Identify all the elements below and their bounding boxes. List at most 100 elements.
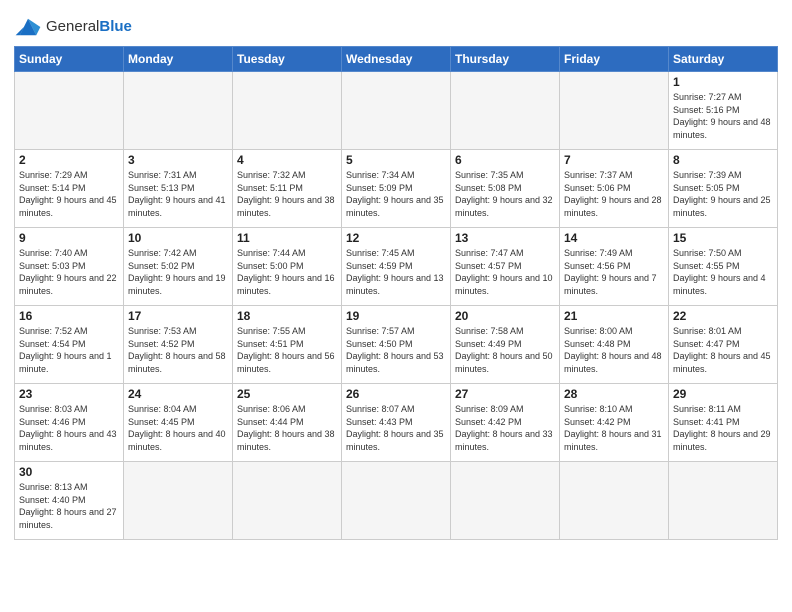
day-info: Sunrise: 7:35 AMSunset: 5:08 PMDaylight:… [455,169,555,219]
day-number: 2 [19,153,119,167]
logo: GeneralBlue [14,16,132,38]
day-number: 23 [19,387,119,401]
day-number: 16 [19,309,119,323]
week-row-4: 16 Sunrise: 7:52 AMSunset: 4:54 PMDayligh… [15,306,778,384]
day-number: 12 [346,231,446,245]
day-number: 26 [346,387,446,401]
day-cell [560,72,669,150]
day-cell [15,72,124,150]
day-number: 17 [128,309,228,323]
day-number: 24 [128,387,228,401]
logo-text: GeneralBlue [46,18,132,36]
day-cell: 16 Sunrise: 7:52 AMSunset: 4:54 PMDayligh… [15,306,124,384]
day-cell: 14 Sunrise: 7:49 AMSunset: 4:56 PMDayligh… [560,228,669,306]
day-cell [451,72,560,150]
day-number: 27 [455,387,555,401]
day-cell [124,462,233,540]
day-info: Sunrise: 7:29 AMSunset: 5:14 PMDaylight:… [19,169,119,219]
day-number: 15 [673,231,773,245]
day-cell: 26 Sunrise: 8:07 AMSunset: 4:43 PMDayligh… [342,384,451,462]
day-number: 21 [564,309,664,323]
day-info: Sunrise: 8:09 AMSunset: 4:42 PMDaylight:… [455,403,555,453]
day-cell: 15 Sunrise: 7:50 AMSunset: 4:55 PMDayligh… [669,228,778,306]
day-info: Sunrise: 8:07 AMSunset: 4:43 PMDaylight:… [346,403,446,453]
day-info: Sunrise: 8:01 AMSunset: 4:47 PMDaylight:… [673,325,773,375]
day-info: Sunrise: 7:40 AMSunset: 5:03 PMDaylight:… [19,247,119,297]
day-info: Sunrise: 7:32 AMSunset: 5:11 PMDaylight:… [237,169,337,219]
day-header-saturday: Saturday [669,47,778,72]
day-number: 22 [673,309,773,323]
day-cell [451,462,560,540]
day-cell: 5 Sunrise: 7:34 AMSunset: 5:09 PMDaylight… [342,150,451,228]
day-cell: 25 Sunrise: 8:06 AMSunset: 4:44 PMDayligh… [233,384,342,462]
day-header-wednesday: Wednesday [342,47,451,72]
day-cell [342,72,451,150]
day-header-monday: Monday [124,47,233,72]
day-info: Sunrise: 7:44 AMSunset: 5:00 PMDaylight:… [237,247,337,297]
day-cell: 20 Sunrise: 7:58 AMSunset: 4:49 PMDayligh… [451,306,560,384]
day-info: Sunrise: 7:53 AMSunset: 4:52 PMDaylight:… [128,325,228,375]
day-number: 28 [564,387,664,401]
day-number: 25 [237,387,337,401]
calendar-body: 1 Sunrise: 7:27 AMSunset: 5:16 PMDaylight… [15,72,778,540]
day-cell [560,462,669,540]
day-cell: 17 Sunrise: 7:53 AMSunset: 4:52 PMDayligh… [124,306,233,384]
day-cell: 23Sunrise: 8:03 AMSunset: 4:46 PMDayligh… [15,384,124,462]
day-cell: 2 Sunrise: 7:29 AMSunset: 5:14 PMDaylight… [15,150,124,228]
day-info: Sunrise: 7:49 AMSunset: 4:56 PMDaylight:… [564,247,664,297]
day-cell: 28Sunrise: 8:10 AMSunset: 4:42 PMDayligh… [560,384,669,462]
day-cell [233,72,342,150]
day-info: Sunrise: 7:47 AMSunset: 4:57 PMDaylight:… [455,247,555,297]
day-number: 30 [19,465,119,479]
day-cell [669,462,778,540]
day-cell: 10 Sunrise: 7:42 AMSunset: 5:02 PMDayligh… [124,228,233,306]
day-cell: 11Sunrise: 7:44 AMSunset: 5:00 PMDayligh… [233,228,342,306]
day-number: 10 [128,231,228,245]
day-number: 29 [673,387,773,401]
logo-icon [14,16,42,38]
day-info: Sunrise: 8:11 AMSunset: 4:41 PMDaylight:… [673,403,773,453]
day-number: 4 [237,153,337,167]
day-number: 9 [19,231,119,245]
week-row-6: 30 Sunrise: 8:13 AMSunset: 4:40 PMDayligh… [15,462,778,540]
day-cell: 8Sunrise: 7:39 AMSunset: 5:05 PMDaylight… [669,150,778,228]
day-info: Sunrise: 8:13 AMSunset: 4:40 PMDaylight:… [19,481,119,531]
day-cell: 12Sunrise: 7:45 AMSunset: 4:59 PMDayligh… [342,228,451,306]
day-info: Sunrise: 7:50 AMSunset: 4:55 PMDaylight:… [673,247,773,297]
day-cell: 1 Sunrise: 7:27 AMSunset: 5:16 PMDaylight… [669,72,778,150]
day-info: Sunrise: 7:34 AMSunset: 5:09 PMDaylight:… [346,169,446,219]
day-info: Sunrise: 7:55 AMSunset: 4:51 PMDaylight:… [237,325,337,375]
day-cell: 19Sunrise: 7:57 AMSunset: 4:50 PMDayligh… [342,306,451,384]
day-cell: 21 Sunrise: 8:00 AMSunset: 4:48 PMDayligh… [560,306,669,384]
day-number: 18 [237,309,337,323]
day-number: 8 [673,153,773,167]
day-number: 1 [673,75,773,89]
week-row-5: 23Sunrise: 8:03 AMSunset: 4:46 PMDayligh… [15,384,778,462]
day-info: Sunrise: 7:42 AMSunset: 5:02 PMDaylight:… [128,247,228,297]
day-number: 14 [564,231,664,245]
day-info: Sunrise: 8:06 AMSunset: 4:44 PMDaylight:… [237,403,337,453]
week-row-1: 1 Sunrise: 7:27 AMSunset: 5:16 PMDaylight… [15,72,778,150]
day-header-friday: Friday [560,47,669,72]
day-info: Sunrise: 7:37 AMSunset: 5:06 PMDaylight:… [564,169,664,219]
week-row-3: 9 Sunrise: 7:40 AMSunset: 5:03 PMDaylight… [15,228,778,306]
day-cell: 6Sunrise: 7:35 AMSunset: 5:08 PMDaylight… [451,150,560,228]
day-header-thursday: Thursday [451,47,560,72]
day-number: 5 [346,153,446,167]
day-cell: 29 Sunrise: 8:11 AMSunset: 4:41 PMDayligh… [669,384,778,462]
day-info: Sunrise: 8:00 AMSunset: 4:48 PMDaylight:… [564,325,664,375]
day-info: Sunrise: 8:04 AMSunset: 4:45 PMDaylight:… [128,403,228,453]
day-cell: 13Sunrise: 7:47 AMSunset: 4:57 PMDayligh… [451,228,560,306]
calendar-header: SundayMondayTuesdayWednesdayThursdayFrid… [15,47,778,72]
day-cell [342,462,451,540]
day-number: 7 [564,153,664,167]
day-info: Sunrise: 7:31 AMSunset: 5:13 PMDaylight:… [128,169,228,219]
day-info: Sunrise: 7:58 AMSunset: 4:49 PMDaylight:… [455,325,555,375]
day-cell: 18 Sunrise: 7:55 AMSunset: 4:51 PMDayligh… [233,306,342,384]
day-info: Sunrise: 7:52 AMSunset: 4:54 PMDaylight:… [19,325,119,375]
header: GeneralBlue [14,10,778,38]
day-info: Sunrise: 7:27 AMSunset: 5:16 PMDaylight:… [673,91,773,141]
day-cell: 30 Sunrise: 8:13 AMSunset: 4:40 PMDayligh… [15,462,124,540]
day-number: 3 [128,153,228,167]
day-number: 20 [455,309,555,323]
